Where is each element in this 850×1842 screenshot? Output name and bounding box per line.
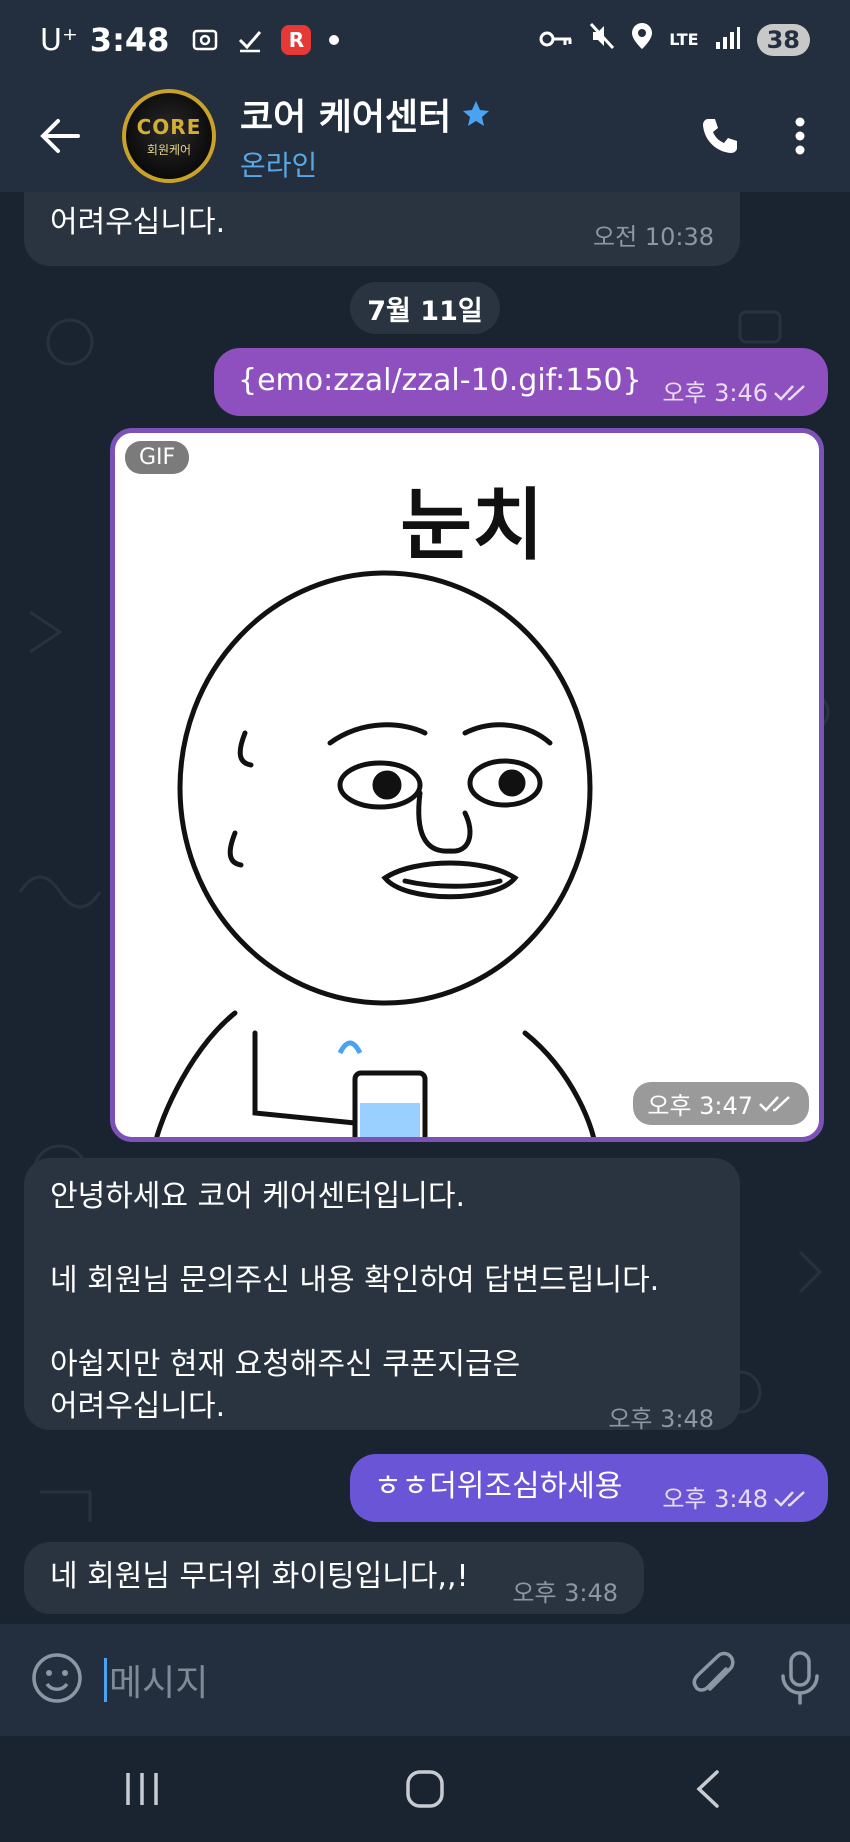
status-bar: U⁺ 3:48 R LTE 38 bbox=[0, 0, 850, 80]
double-check-icon bbox=[774, 385, 805, 401]
mute-icon bbox=[589, 22, 615, 58]
message-meta: 오후 3:46 bbox=[662, 372, 810, 414]
chat-title-block[interactable]: 코어 케어센터 온라인 bbox=[240, 88, 491, 184]
call-button[interactable] bbox=[680, 96, 760, 176]
microphone-icon bbox=[781, 1651, 819, 1705]
arrow-left-icon bbox=[40, 119, 80, 153]
message-line-4: 어려우십니다. bbox=[50, 1389, 226, 1424]
text-cursor bbox=[104, 1658, 107, 1702]
avatar-logo: CORE bbox=[136, 114, 202, 139]
message-time: 오후 3:47 bbox=[647, 1092, 753, 1120]
lte-label: LTE bbox=[669, 30, 699, 49]
message-outgoing-2[interactable]: ㅎㅎ더위조심하세용 오후 3:48 bbox=[350, 1454, 828, 1522]
message-line-3: 아쉽지만 현재 요청해주신 쿠폰지급은 bbox=[50, 1347, 521, 1382]
avatar-subtext: 회원케어 bbox=[146, 142, 192, 157]
location-icon bbox=[631, 22, 653, 58]
date-divider: 7월 11일 bbox=[350, 282, 500, 334]
message-line-2: 네 회원님 문의주신 내용 확인하여 답변드립니다. bbox=[50, 1263, 660, 1298]
message-text: {emo:zzal/zzal-10.gif:150} bbox=[238, 363, 642, 398]
gif-message[interactable]: GIF 눈치 오후 3:47 bbox=[110, 428, 824, 1142]
home-button[interactable] bbox=[365, 1749, 485, 1829]
message-text: 네 회원님 무더위 화이팅입니다,,! bbox=[50, 1559, 469, 1594]
more-vertical-icon bbox=[795, 117, 805, 155]
message-time: 오후 3:46 bbox=[662, 379, 768, 407]
recent-apps-button[interactable] bbox=[82, 1749, 202, 1829]
message-time: 오전 10:38 bbox=[593, 223, 714, 251]
more-options-button[interactable] bbox=[760, 96, 840, 176]
paperclip-icon bbox=[692, 1651, 735, 1692]
message-time: 오후 3:48 bbox=[512, 1579, 618, 1607]
phone-icon bbox=[703, 119, 737, 153]
star-icon bbox=[463, 101, 490, 126]
message-time: 오후 3:48 bbox=[608, 1405, 714, 1433]
chevron-left-icon bbox=[696, 1770, 720, 1808]
message-input[interactable]: 메시지 bbox=[104, 1654, 208, 1706]
message-incoming-1[interactable]: 어려우십니다. 오전 10:38 bbox=[24, 192, 740, 266]
message-text: ㅎㅎ더위조심하세용 bbox=[374, 1469, 623, 1504]
screenshot-icon bbox=[191, 26, 219, 54]
emoji-button[interactable] bbox=[30, 1651, 84, 1709]
back-button[interactable] bbox=[20, 96, 100, 176]
recent-apps-icon bbox=[125, 1773, 158, 1805]
double-check-icon bbox=[759, 1095, 790, 1112]
voice-record-button[interactable] bbox=[780, 1650, 820, 1710]
chat-header: CORE 회원케어 코어 케어센터 온라인 bbox=[0, 80, 850, 192]
app-notification-icon: R bbox=[281, 25, 312, 55]
vpn-key-icon bbox=[539, 23, 573, 58]
chat-title: 코어 케어센터 bbox=[240, 97, 452, 138]
message-outgoing-1[interactable]: {emo:zzal/zzal-10.gif:150} 오후 3:46 bbox=[214, 348, 828, 416]
check-icon bbox=[237, 27, 263, 53]
signal-icon bbox=[715, 23, 741, 58]
message-incoming-2[interactable]: 안녕하세요 코어 케어센터입니다. 네 회원님 문의주신 내용 확인하여 답변드… bbox=[24, 1158, 740, 1433]
message-line-1: 안녕하세요 코어 케어센터입니다. bbox=[50, 1179, 466, 1214]
message-text: 어려우십니다. bbox=[50, 205, 226, 240]
system-back-button[interactable] bbox=[648, 1749, 768, 1829]
home-icon bbox=[406, 1770, 444, 1808]
chat-area[interactable]: 어려우십니다. 오전 10:38 7월 11일 {emo:zzal/zzal-1… bbox=[0, 192, 850, 1624]
gif-meme-illustration bbox=[154, 570, 596, 1137]
status-time: 3:48 bbox=[89, 21, 170, 59]
attach-button[interactable] bbox=[690, 1651, 740, 1709]
message-input-placeholder: 메시지 bbox=[109, 1663, 209, 1704]
message-time: 오후 3:48 bbox=[662, 1485, 768, 1513]
message-incoming-3[interactable]: 네 회원님 무더위 화이팅입니다,,! 오후 3:48 bbox=[24, 1542, 644, 1614]
gif-meta: 오후 3:47 bbox=[633, 1082, 809, 1125]
battery-indicator: 38 bbox=[756, 24, 810, 56]
carrier-label: U⁺ bbox=[40, 22, 78, 58]
message-composer: 메시지 bbox=[0, 1624, 850, 1736]
chat-status: 온라인 bbox=[240, 149, 318, 182]
emoji-icon bbox=[32, 1653, 82, 1703]
message-meta: 오후 3:48 bbox=[662, 1478, 810, 1520]
avatar[interactable]: CORE 회원케어 bbox=[122, 89, 216, 183]
system-navigation-bar bbox=[0, 1736, 850, 1842]
double-check-icon bbox=[774, 1491, 805, 1507]
more-notifications-dot-icon bbox=[329, 35, 340, 45]
